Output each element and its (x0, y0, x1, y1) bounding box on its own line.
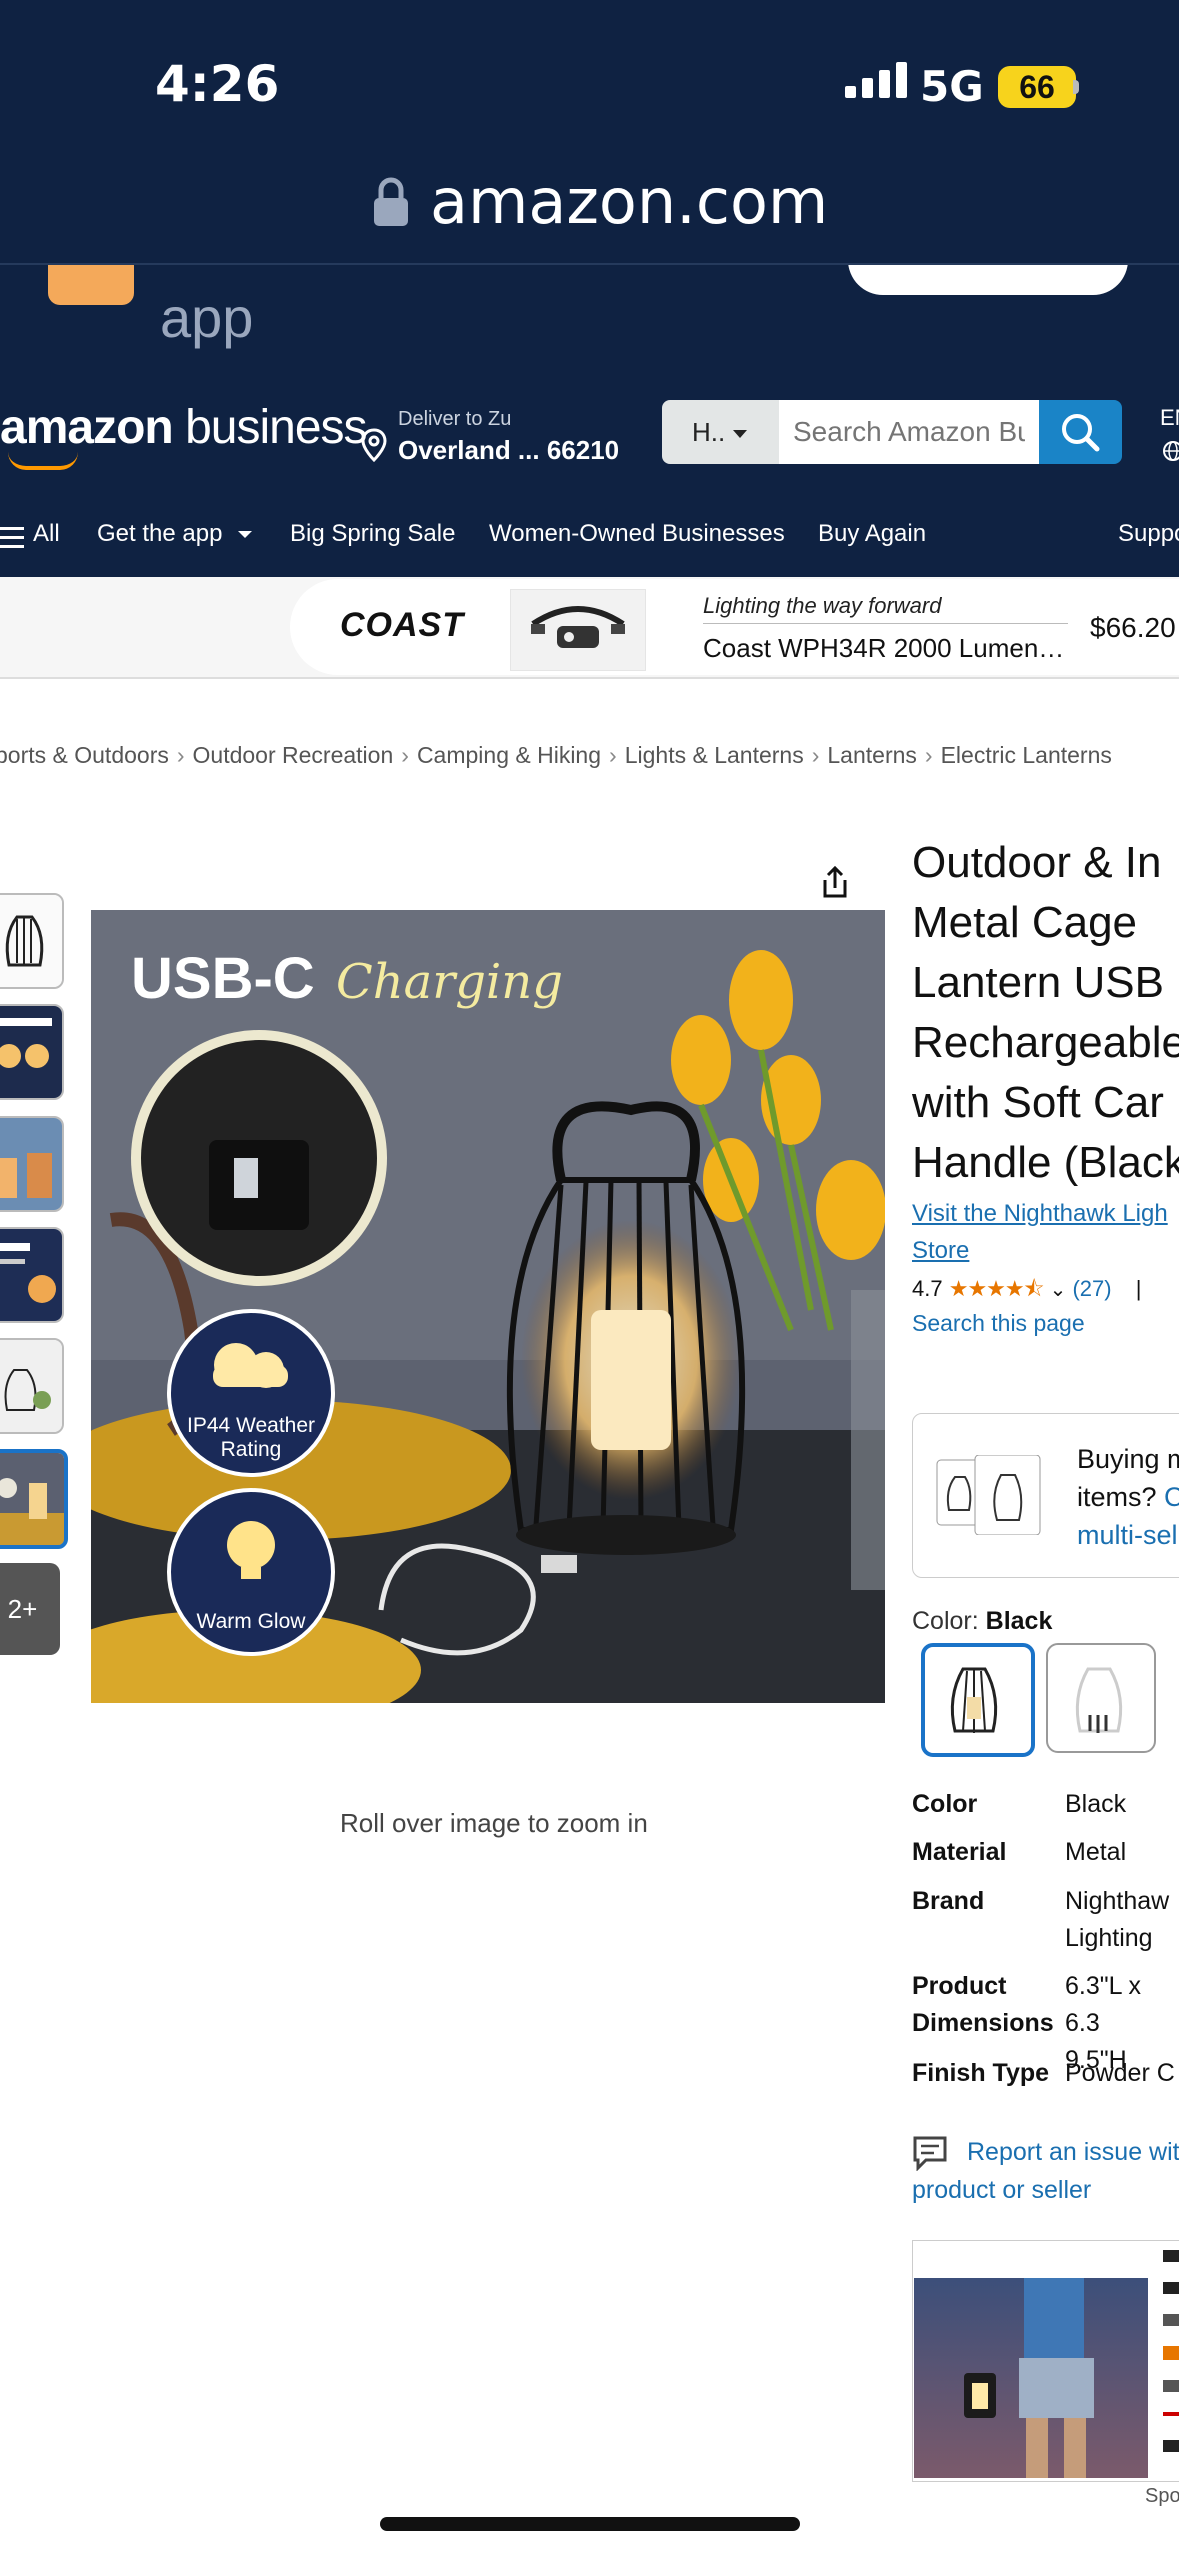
thumbnail-1[interactable] (0, 893, 64, 989)
app-logo (48, 265, 134, 305)
thumbnail-2[interactable] (0, 1004, 64, 1100)
coast-brand-logo[interactable]: COAST (340, 606, 464, 645)
share-icon[interactable] (810, 858, 860, 913)
nav-item-big-spring-sale[interactable]: Big Spring Sale (290, 520, 455, 548)
open-app-button[interactable] (848, 265, 1128, 295)
search-input[interactable] (779, 400, 1039, 464)
nav-item-all[interactable]: All (33, 520, 60, 548)
deliver-location[interactable]: Overland ... 66210 (398, 435, 619, 466)
app-promo-text: app (160, 286, 254, 349)
battery-icon: 66 (998, 66, 1076, 108)
rating-value: 4.7 (912, 1276, 943, 1301)
sponsored-product-image[interactable] (914, 2278, 1148, 2478)
report-issue-link[interactable]: Report an issue with product or seller (912, 2133, 1179, 2209)
image-headline-script: Charging (336, 954, 563, 1010)
color-swatch-black[interactable] (921, 1643, 1035, 1757)
badge-warm-glow: Warm Glow (197, 1610, 307, 1633)
rating-row[interactable]: 4.7 ★★★★⯪ ⌄ (27) | (912, 1272, 1141, 1310)
battery-tip (1073, 80, 1079, 94)
image-headline: USB-C (131, 946, 315, 1011)
language-selector[interactable]: EN (1160, 405, 1179, 431)
spec-key-color-bold: Color (912, 1790, 978, 1818)
deliver-to-label[interactable]: Deliver to Zu (398, 408, 511, 431)
location-pin-icon (360, 428, 388, 467)
signal-icon (845, 62, 913, 98)
thumbnail-4[interactable] (0, 1227, 64, 1323)
breadcrumb-item[interactable]: Outdoor Recreation (193, 742, 394, 768)
globe-icon (1162, 440, 1179, 467)
spec-key-brand: Brand (912, 1887, 985, 1915)
nav-item-buy-again[interactable]: Buy Again (818, 520, 926, 548)
divider (703, 623, 1068, 624)
star-rating-icon: ★★★★⯪ (948, 1276, 1045, 1301)
breadcrumb: ports & Outdoors › Outdoor Recreation › Camp… (0, 742, 1112, 769)
multi-seller-text[interactable]: Buying m items? C multi-sel (1077, 1440, 1179, 1554)
menu-icon[interactable] (0, 527, 24, 554)
nav-item-get-app[interactable]: Get the app (97, 520, 253, 548)
search-button[interactable] (1039, 400, 1122, 464)
breadcrumb-item[interactable]: Electric Lanterns (941, 742, 1112, 768)
multi-seller-thumbnail-icon (935, 1454, 1045, 1540)
amazon-business-logo[interactable]: amazon business (0, 400, 368, 455)
zoom-hint: Roll over image to zoom in (340, 1808, 648, 1838)
thumbnail-5[interactable] (0, 1338, 64, 1434)
spec-value-finish: Powder C (1065, 2059, 1175, 2087)
ad-tagline: Lighting the way forward (703, 593, 942, 618)
sponsored-label: Spo (1145, 2485, 1179, 2507)
ad-product-image[interactable] (510, 589, 646, 671)
logo-smile-icon (8, 452, 78, 470)
ad-price: $66.20 (1090, 612, 1176, 643)
search-this-page-link[interactable]: Search this page (912, 1310, 1085, 1337)
thumbnail-3[interactable] (0, 1116, 64, 1212)
app-promo-banner: app (0, 265, 1179, 375)
spec-value-brand: Nighthaw Lighting (1065, 1887, 1170, 1952)
spec-key-finish: Finish Type (912, 2059, 1050, 2087)
separator: | (1135, 1276, 1142, 1301)
breadcrumb-item[interactable]: Camping & Hiking (417, 742, 601, 768)
chevron-down-icon (733, 430, 748, 439)
search-category-select[interactable]: H.. (662, 400, 779, 464)
spec-value-material: Metal (1065, 1838, 1127, 1866)
chevron-down-icon[interactable]: ⌄ (1050, 1279, 1067, 1301)
ad-product-title[interactable]: Coast WPH34R 2000 Lumen… (703, 633, 1064, 664)
search-icon (1062, 414, 1100, 452)
home-indicator[interactable] (380, 2517, 800, 2531)
url-bar[interactable]: amazon.com (430, 165, 828, 238)
store-link[interactable]: Visit the Nighthawk Ligh Store (912, 1195, 1168, 1269)
spec-key-material: Material (912, 1838, 1007, 1866)
rating-count[interactable]: (27) (1072, 1276, 1111, 1301)
network-type: 5G (920, 62, 984, 111)
nav-item-women-owned[interactable]: Women-Owned Businesses (489, 520, 785, 548)
color-label: Color: Black (912, 1607, 1053, 1635)
lock-icon (372, 176, 410, 233)
spec-value-color: Black (1065, 1790, 1127, 1818)
status-time: 4:26 (155, 55, 280, 113)
breadcrumb-item[interactable]: ports & Outdoors (0, 742, 169, 768)
breadcrumb-item[interactable]: Lights & Lanterns (625, 742, 804, 768)
sponsored-product-info[interactable] (1163, 2250, 1179, 2480)
nav-item-support[interactable]: Suppo (1118, 520, 1179, 548)
breadcrumb-item[interactable]: Lanterns (827, 742, 917, 768)
main-product-image[interactable]: USB-C Charging IP44 Weather Rating Warm G… (91, 910, 885, 1703)
product-title: Outdoor & In Metal Cage Lantern USB Rech… (912, 838, 1179, 1187)
chevron-down-icon (238, 530, 253, 538)
more-images-button[interactable]: 2+ (0, 1563, 60, 1655)
spec-key-dimensions: Product Dimensions (912, 1972, 1054, 2037)
thumbnail-6-selected[interactable] (0, 1449, 68, 1549)
color-swatch-white[interactable] (1046, 1643, 1156, 1753)
